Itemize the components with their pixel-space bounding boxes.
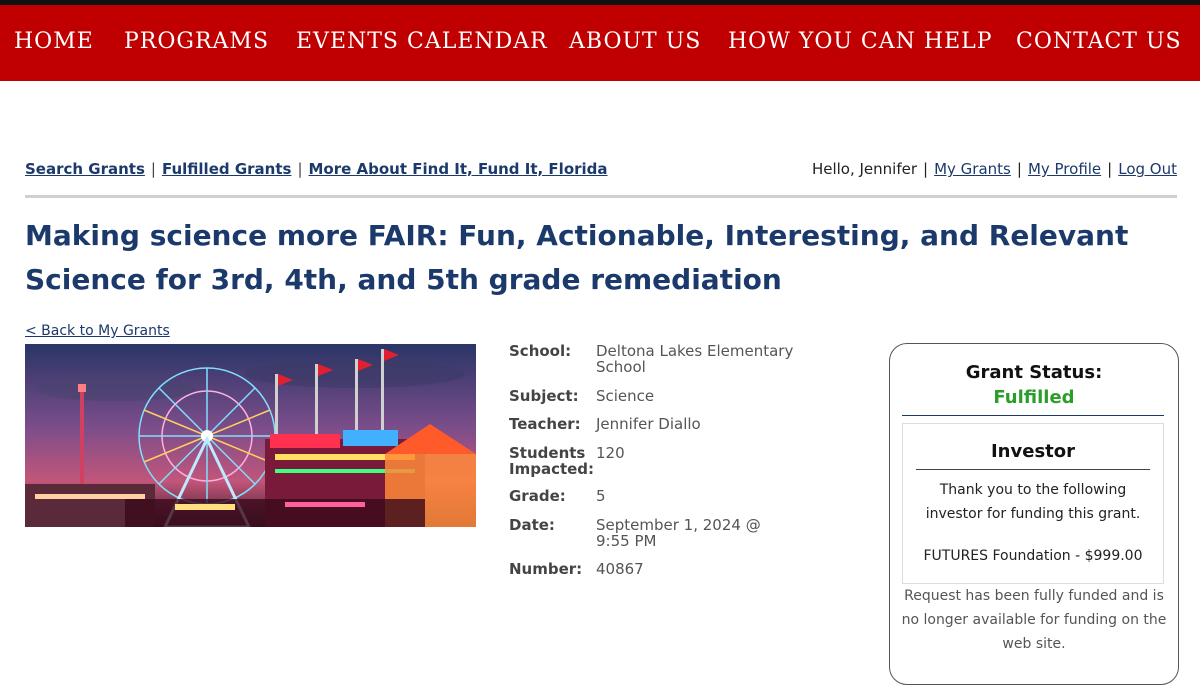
log-out-link[interactable]: Log Out xyxy=(1118,160,1177,178)
separator: | xyxy=(1107,160,1113,178)
nav-about-us[interactable]: ABOUT US xyxy=(569,29,701,54)
detail-label: Students Impacted: xyxy=(509,444,595,478)
back-to-my-grants-link[interactable]: < Back to My Grants xyxy=(25,323,170,339)
nav-events-calendar[interactable]: EVENTS CALENDAR xyxy=(296,29,548,54)
grant-photo xyxy=(25,344,476,527)
grant-subnav: Search Grants | Fulfilled Grants | More Abou… xyxy=(25,160,608,178)
grant-status-panel: Grant Status: Fulfilled Investor Thank y… xyxy=(889,343,1179,685)
investor-panel: Investor Thank you to the following inve… xyxy=(902,423,1164,584)
my-grants-link[interactable]: My Grants xyxy=(934,160,1011,178)
funding-note: Request has been fully funded and is no … xyxy=(901,588,1167,652)
user-nav: Hello, Jennifer | My Grants | My Profile | Log… xyxy=(812,160,1177,178)
investor-heading: Investor xyxy=(990,441,1075,462)
detail-value: Science xyxy=(596,387,655,405)
investor-entry: FUTURES Foundation - $999.00 xyxy=(923,548,1143,564)
detail-value: Jennifer Diallo xyxy=(596,415,701,433)
grant-title: Making science more FAIR: Fun, Actionabl… xyxy=(25,219,1129,296)
detail-label: School: xyxy=(509,342,572,360)
detail-label: Date: xyxy=(509,516,555,534)
main-nav: HOME PROGRAMS EVENTS CALENDAR ABOUT US H… xyxy=(0,5,1200,81)
detail-label: Teacher: xyxy=(509,415,581,433)
detail-value: 5 xyxy=(596,487,606,505)
nav-how-you-can-help[interactable]: HOW YOU CAN HELP xyxy=(728,29,993,54)
divider xyxy=(916,469,1150,470)
detail-value: 120 xyxy=(596,444,625,462)
carnival-image xyxy=(25,344,476,527)
nav-home[interactable]: HOME xyxy=(14,29,94,54)
detail-value: Deltona Lakes Elementary School xyxy=(596,342,794,376)
nav-programs[interactable]: PROGRAMS xyxy=(124,29,269,54)
grant-status-heading: Grant Status: xyxy=(965,362,1103,383)
detail-label: Subject: xyxy=(509,387,579,405)
investor-thanks-text: Thank you to the following investor for … xyxy=(925,482,1141,522)
nav-contact-us[interactable]: CONTACT US xyxy=(1016,29,1182,54)
grant-status-value: Fulfilled xyxy=(993,387,1075,408)
separator: | xyxy=(923,160,929,178)
my-profile-link[interactable]: My Profile xyxy=(1028,160,1101,178)
detail-value: 40867 xyxy=(596,560,644,578)
detail-label: Number: xyxy=(509,560,583,578)
divider xyxy=(25,195,1177,198)
separator: | xyxy=(150,160,156,178)
more-about-link[interactable]: More About Find It, Fund It, Florida xyxy=(309,160,608,178)
fulfilled-grants-link[interactable]: Fulfilled Grants xyxy=(162,160,291,178)
separator: | xyxy=(1016,160,1022,178)
detail-value: September 1, 2024 @ 9:55 PM xyxy=(596,516,761,550)
detail-label: Grade: xyxy=(509,487,566,505)
search-grants-link[interactable]: Search Grants xyxy=(25,160,145,178)
user-greeting: Hello, Jennifer xyxy=(811,160,918,178)
separator: | xyxy=(297,160,303,178)
divider xyxy=(902,415,1164,416)
